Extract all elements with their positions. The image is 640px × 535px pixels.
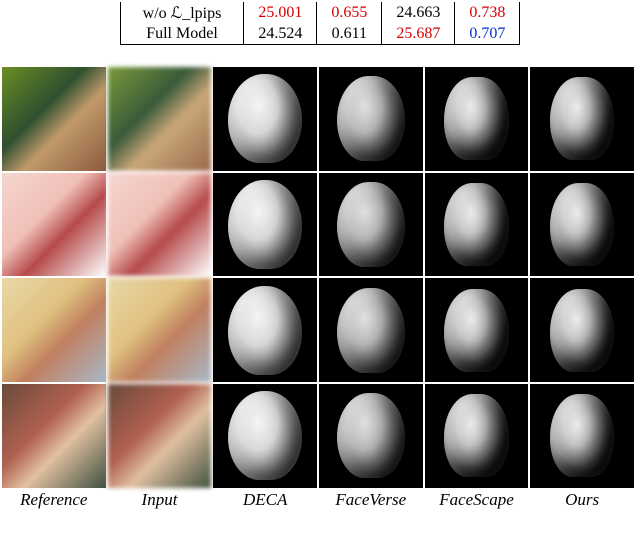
faceverse-render: [319, 278, 423, 382]
ablation-table: w/o ℒ_lpips 25.001 0.655 24.663 0.738 Fu…: [120, 2, 521, 45]
row-label: w/o ℒ_lpips: [120, 2, 244, 24]
reference-image: [2, 67, 106, 171]
column-labels: Reference Input DECA FaceVerse FaceScape…: [0, 488, 640, 514]
col-label: FaceVerse: [319, 490, 423, 510]
cell: 0.707: [455, 24, 520, 45]
deca-render: [213, 278, 317, 382]
faceverse-render: [319, 384, 423, 488]
deca-render: [213, 67, 317, 171]
cell: 0.611: [317, 24, 382, 45]
table-row: w/o ℒ_lpips 25.001 0.655 24.663 0.738: [120, 2, 520, 24]
col-label: Ours: [530, 490, 634, 510]
input-image: [108, 67, 212, 171]
facescape-render: [425, 67, 529, 171]
cell: 0.738: [455, 2, 520, 24]
faceverse-render: [319, 173, 423, 277]
cell: 24.663: [382, 2, 455, 24]
facescape-render: [425, 278, 529, 382]
deca-render: [213, 173, 317, 277]
reference-image: [2, 384, 106, 488]
input-image: [108, 278, 212, 382]
cell: 0.655: [317, 2, 382, 24]
col-label: DECA: [213, 490, 317, 510]
faceverse-render: [319, 67, 423, 171]
reference-image: [2, 278, 106, 382]
input-image: [108, 173, 212, 277]
ours-render: [530, 278, 634, 382]
comparison-grid: [0, 67, 640, 488]
col-label: Reference: [2, 490, 106, 510]
table-row: Full Model 24.524 0.611 25.687 0.707: [120, 24, 520, 45]
ours-render: [530, 173, 634, 277]
ours-render: [530, 384, 634, 488]
facescape-render: [425, 173, 529, 277]
ablation-table-wrap: w/o ℒ_lpips 25.001 0.655 24.663 0.738 Fu…: [0, 2, 640, 45]
cell: 25.001: [244, 2, 317, 24]
row-label-text: w/o ℒ_lpips: [143, 5, 222, 22]
ours-render: [530, 67, 634, 171]
cell: 24.524: [244, 24, 317, 45]
col-label: FaceScape: [425, 490, 529, 510]
row-label: Full Model: [120, 24, 244, 45]
deca-render: [213, 384, 317, 488]
input-image: [108, 384, 212, 488]
facescape-render: [425, 384, 529, 488]
cell: 25.687: [382, 24, 455, 45]
col-label: Input: [108, 490, 212, 510]
reference-image: [2, 173, 106, 277]
